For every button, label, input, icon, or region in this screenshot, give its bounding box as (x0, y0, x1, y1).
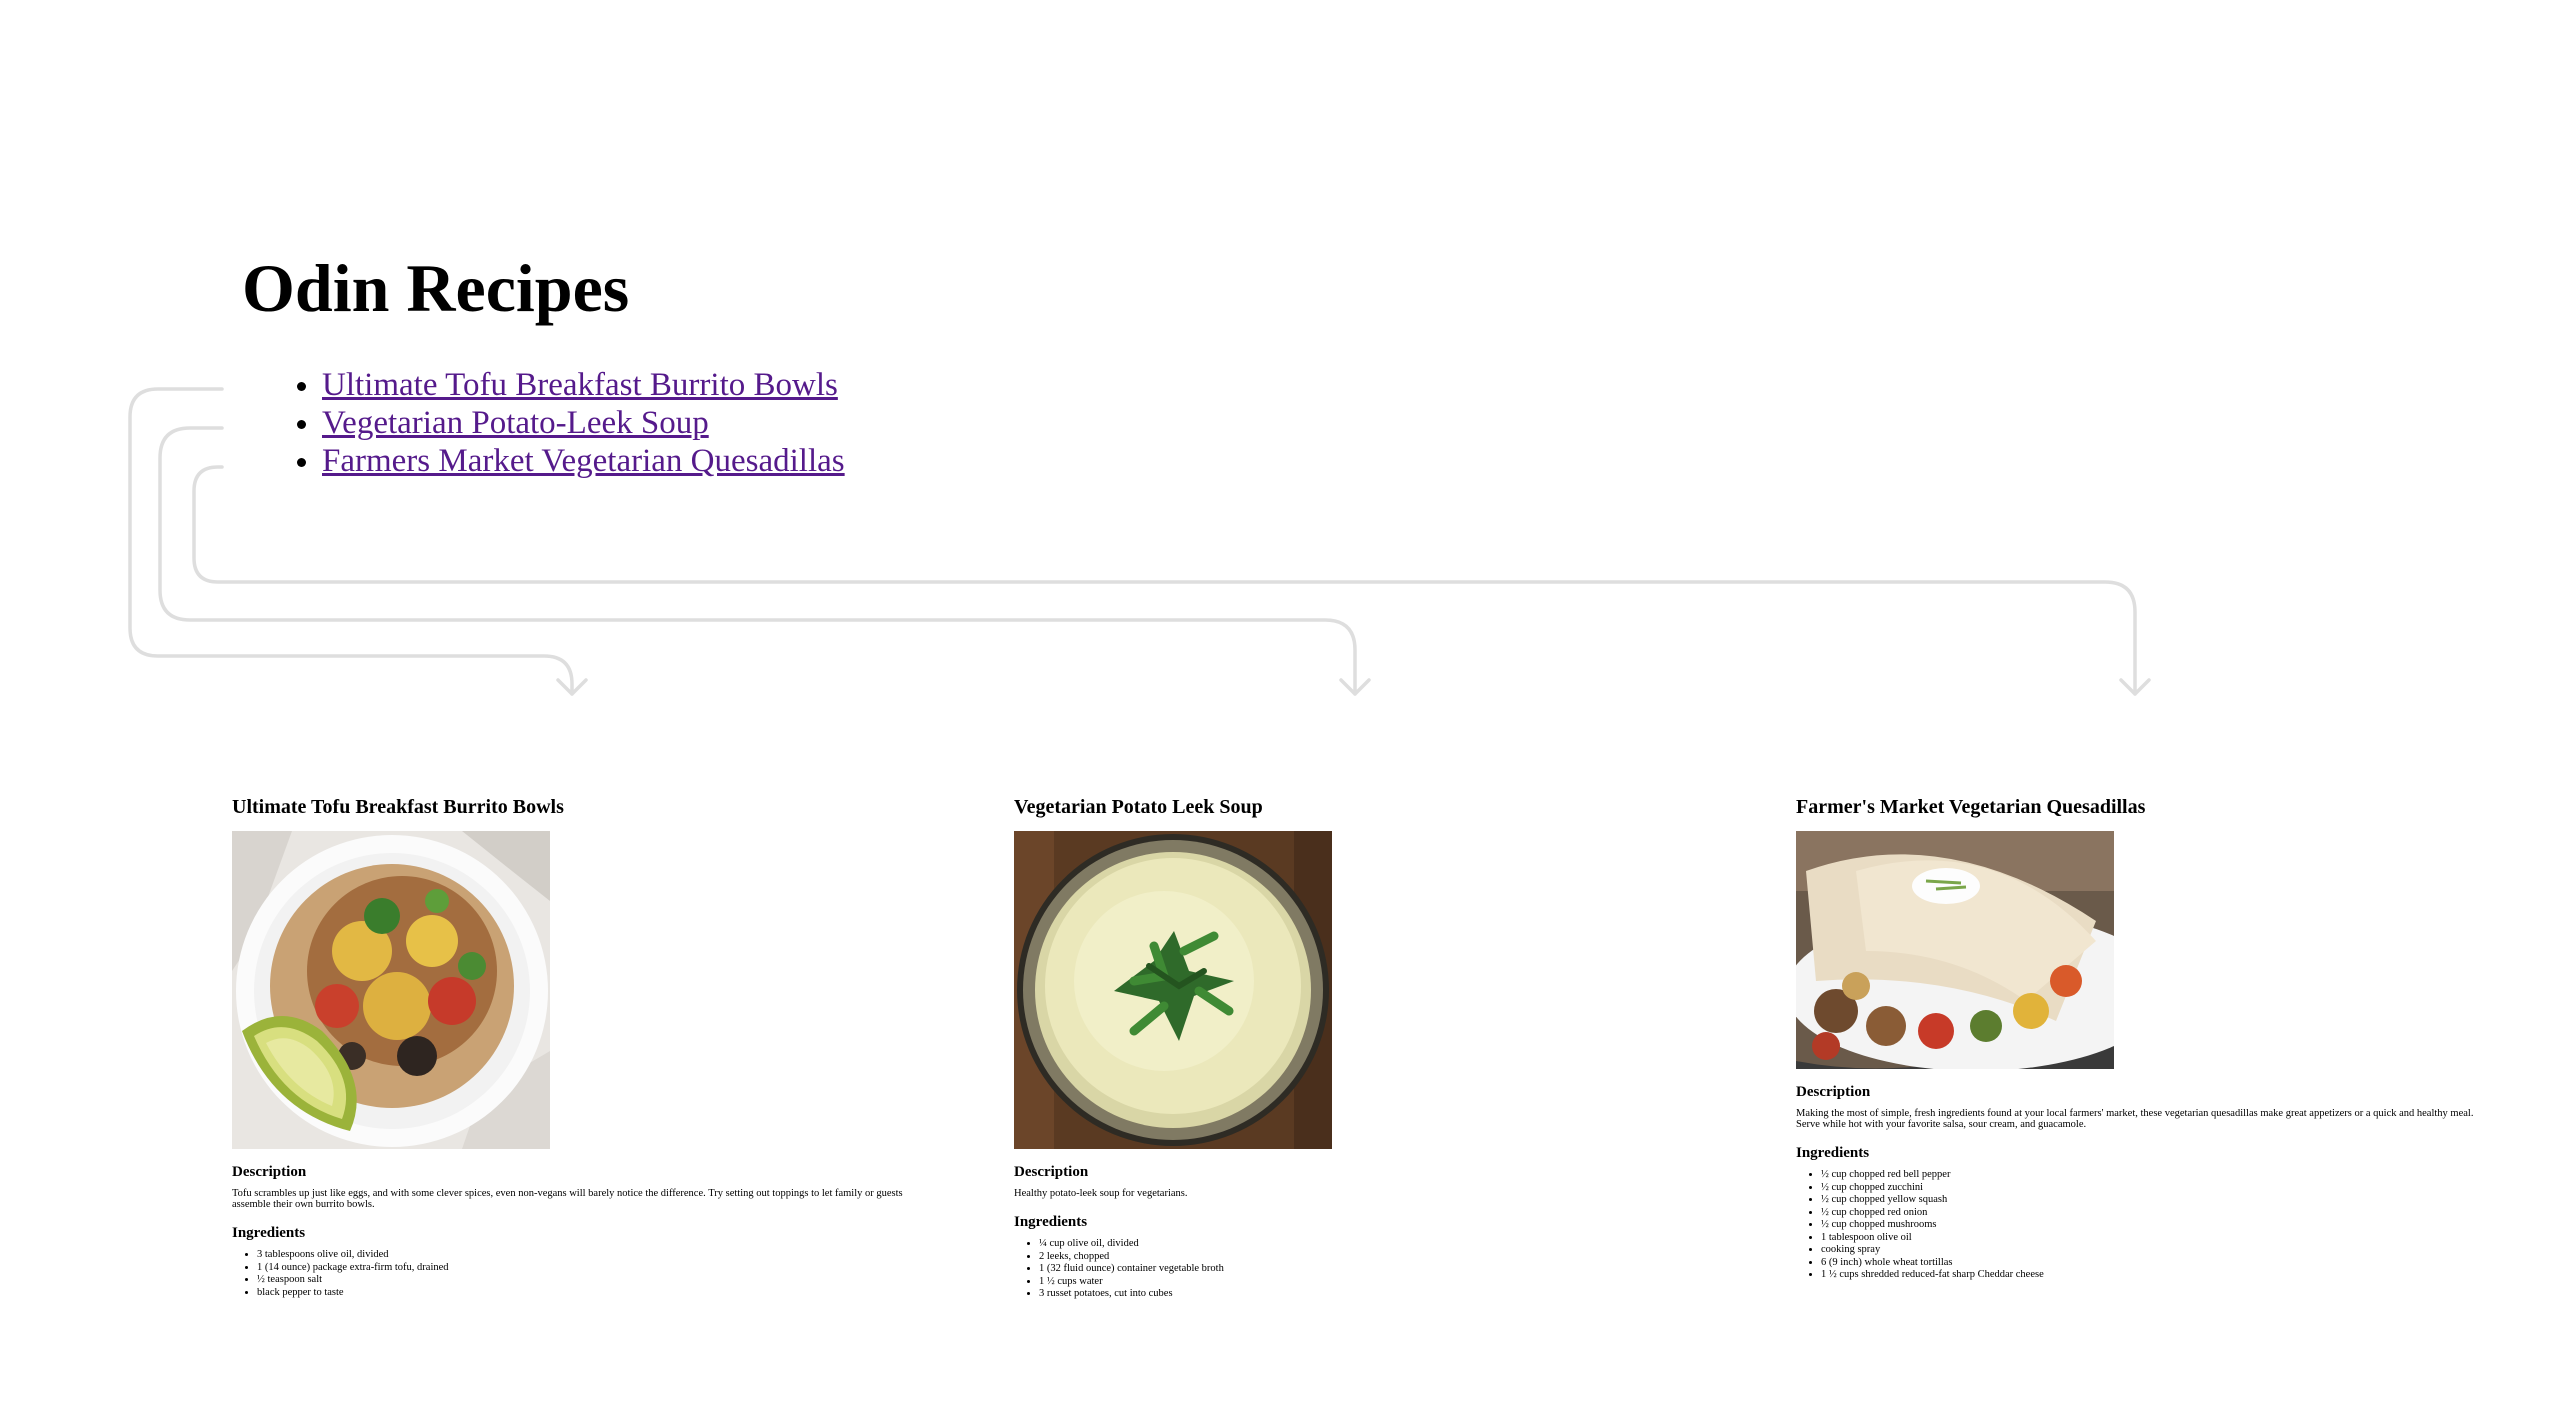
list-item: 6 (9 inch) whole wheat tortillas (1821, 1257, 2496, 1270)
ingredient-list: 3 tablespoons olive oil, divided 1 (14 o… (232, 1249, 922, 1299)
list-item: 1 (14 ounce) package extra-firm tofu, dr… (257, 1262, 922, 1275)
list-item: black pepper to taste (257, 1287, 922, 1300)
list-item: ½ cup chopped zucchini (1821, 1182, 2496, 1195)
connector-arrow-tofu (128, 387, 588, 696)
list-item: ½ cup chopped mushrooms (1821, 1219, 2496, 1232)
vegetarian-quesadillas-image (1796, 831, 2114, 1069)
recipe-card-vegetarian-quesadillas: Farmer's Market Vegetarian Quesadillas D… (1796, 795, 2496, 1305)
recipe-card-tofu-burrito-bowls: Ultimate Tofu Breakfast Burrito Bowls De… (232, 795, 922, 1305)
list-item: 1 tablespoon olive oil (1821, 1232, 2496, 1245)
list-item: 2 leeks, chopped (1039, 1251, 1704, 1264)
recipe-card-potato-leek-soup: Vegetarian Potato Leek Soup Description … (1014, 795, 1704, 1305)
connector-arrow-soup (158, 426, 1371, 696)
list-item: 1 ½ cups water (1039, 1276, 1704, 1289)
ingredients-heading: Ingredients (232, 1225, 306, 1241)
recipe-title: Farmer's Market Vegetarian Quesadillas (1796, 796, 2146, 818)
list-item: ½ cup chopped yellow squash (1821, 1194, 2496, 1207)
recipe-description: Healthy potato-leek soup for vegetarians… (1014, 1188, 1188, 1199)
ingredients-heading: Ingredients (1014, 1214, 1088, 1230)
ingredient-list: ¼ cup olive oil, divided 2 leeks, choppe… (1014, 1238, 1704, 1301)
recipe-title: Ultimate Tofu Breakfast Burrito Bowls (232, 796, 564, 818)
connector-arrow-quesadillas (192, 465, 2151, 696)
description-heading: Description (1014, 1164, 1089, 1180)
list-item: ½ cup chopped red bell pepper (1821, 1169, 2496, 1182)
description-heading: Description (1796, 1084, 1871, 1100)
list-item: 3 tablespoons olive oil, divided (257, 1249, 922, 1262)
recipe-description: Tofu scrambles up just like eggs, and wi… (232, 1188, 903, 1210)
description-heading: Description (232, 1164, 307, 1180)
list-item: cooking spray (1821, 1244, 2496, 1257)
recipe-title: Vegetarian Potato Leek Soup (1014, 796, 1263, 818)
ingredient-list: ½ cup chopped red bell pepper ½ cup chop… (1796, 1169, 2496, 1282)
list-item: ¼ cup olive oil, divided (1039, 1238, 1704, 1251)
list-item: 1 (32 fluid ounce) container vegetable b… (1039, 1263, 1704, 1276)
ingredients-heading: Ingredients (1796, 1145, 1870, 1161)
list-item: 3 russet potatoes, cut into cubes (1039, 1288, 1704, 1301)
list-item: ½ teaspoon salt (257, 1274, 922, 1287)
list-item: ½ cup chopped red onion (1821, 1207, 2496, 1220)
list-item: 1 ½ cups shredded reduced-fat sharp Ched… (1821, 1269, 2496, 1282)
tofu-burrito-bowl-image (232, 831, 550, 1149)
recipe-description: Making the most of simple, fresh ingredi… (1796, 1108, 2474, 1130)
potato-leek-soup-image (1014, 831, 1332, 1149)
